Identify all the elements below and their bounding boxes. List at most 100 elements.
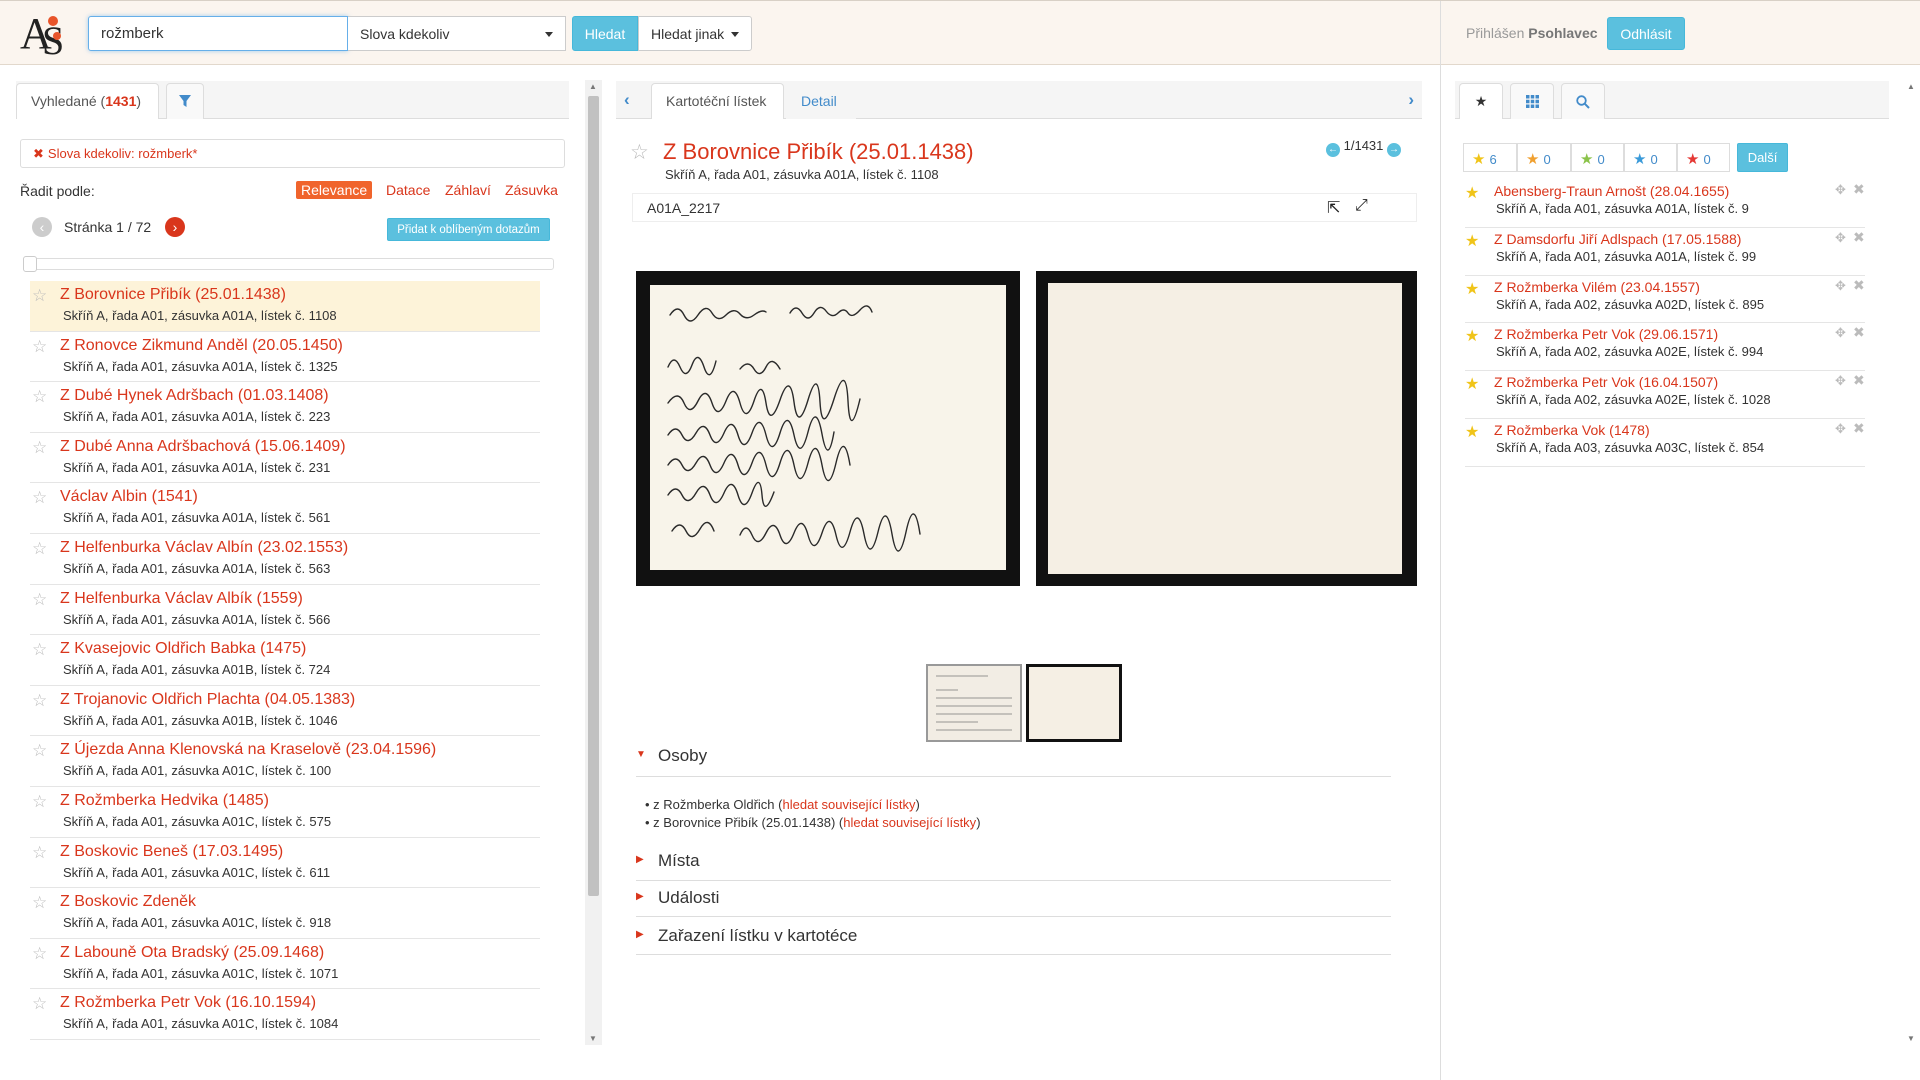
result-row[interactable]: ☆ Z Újezda Anna Klenovská na Kraselově (2… xyxy=(30,736,540,787)
add-favorite-query-button[interactable]: Přidat k oblíbeným dotazům xyxy=(387,218,550,241)
logout-button[interactable]: Odhlásit xyxy=(1607,17,1685,50)
star-outline-icon[interactable]: ☆ xyxy=(32,488,47,508)
star-icon[interactable]: ★ xyxy=(1465,183,1479,203)
star-icon[interactable]: ★ xyxy=(1465,326,1479,346)
star-icon[interactable]: ★ xyxy=(1465,374,1479,394)
chevron-left-icon[interactable]: ‹ xyxy=(624,90,630,110)
section-mista[interactable]: ▶ Místa xyxy=(636,844,1391,881)
app-logo[interactable]: A S xyxy=(20,8,72,58)
result-title[interactable]: Z Rožmberka Petr Vok (16.10.1594) xyxy=(60,994,316,1012)
star-outline-icon[interactable]: ☆ xyxy=(32,590,47,610)
favorite-title[interactable]: Abensberg-Traun Arnošt (28.04.1655) xyxy=(1494,183,1729,199)
result-row[interactable]: ☆ Z Helfenburka Václav Albín (23.02.1553)… xyxy=(30,534,540,585)
result-title[interactable]: Z Ronovce Zikmund Anděl (20.05.1450) xyxy=(60,337,343,355)
move-icon[interactable]: ✥ xyxy=(1835,278,1846,294)
left-scrollbar-thumb[interactable] xyxy=(588,96,599,896)
result-title[interactable]: Z Borovnice Přibík (25.01.1438) xyxy=(60,286,286,304)
search-input[interactable] xyxy=(88,16,348,51)
favorite-title[interactable]: Z Rožmberka Vok (1478) xyxy=(1494,422,1650,438)
result-row[interactable]: ☆ Z Dubé Hynek Adršbach (01.03.1408) Skříň… xyxy=(30,382,540,433)
star-icon[interactable]: ★ xyxy=(1465,279,1479,299)
result-title[interactable]: Z Helfenburka Václav Albín (23.02.1553) xyxy=(60,539,348,557)
star-outline-icon[interactable]: ☆ xyxy=(32,792,47,812)
result-title[interactable]: Z Helfenburka Václav Albík (1559) xyxy=(60,590,303,608)
result-row[interactable]: ☆ Z Kvasejovic Oldřich Babka (1475) Skříň … xyxy=(30,635,540,686)
result-row[interactable]: ☆ Z Helfenburka Václav Albík (1559) Skříň … xyxy=(30,585,540,636)
star-filter-button[interactable]: ★ 0 xyxy=(1624,143,1677,172)
record-next-icon[interactable]: → xyxy=(1387,143,1402,157)
result-title[interactable]: Z Boskovic Beneš (17.03.1495) xyxy=(60,843,283,861)
tab-search[interactable] xyxy=(1561,83,1605,119)
favorite-row[interactable]: ★ Z Damsdorfu Jiří Adlspach (17.05.1588) S… xyxy=(1465,228,1865,276)
external-link-icon[interactable]: ⇱ xyxy=(1327,198,1340,218)
move-icon[interactable]: ✥ xyxy=(1835,373,1846,389)
tab-filter[interactable] xyxy=(166,83,204,119)
section-udalosti[interactable]: ▶ Události xyxy=(636,883,1391,917)
result-title[interactable]: Z Trojanovic Oldřich Plachta (04.05.1383… xyxy=(60,691,355,709)
move-icon[interactable]: ✥ xyxy=(1835,182,1846,198)
favorite-title[interactable]: Z Damsdorfu Jiří Adlspach (17.05.1588) xyxy=(1494,231,1741,247)
move-icon[interactable]: ✥ xyxy=(1835,421,1846,437)
more-button[interactable]: Další xyxy=(1737,143,1788,172)
right-scrollbar[interactable]: ▲ ▼ xyxy=(1903,80,1920,1045)
result-title[interactable]: Z Dubé Hynek Adršbach (01.03.1408) xyxy=(60,387,329,405)
close-icon[interactable]: ✖ xyxy=(1853,420,1865,437)
tab-grid[interactable] xyxy=(1510,83,1554,119)
section-zarazeni[interactable]: ▶ Zařazení lístku v kartotéce xyxy=(636,919,1391,955)
star-outline-icon[interactable]: ☆ xyxy=(32,691,47,711)
tab-found[interactable]: Vyhledané (1431) xyxy=(16,83,159,119)
star-outline-icon[interactable]: ☆ xyxy=(32,286,47,306)
star-filter-button[interactable]: ★ 0 xyxy=(1571,143,1624,172)
thumbnail-back[interactable] xyxy=(1026,664,1122,742)
star-outline-icon[interactable]: ☆ xyxy=(32,741,47,761)
record-star-icon[interactable]: ☆ xyxy=(630,140,649,165)
search-other-button[interactable]: Hledat jinak xyxy=(638,16,752,51)
active-filter[interactable]: ✖ Slova kdekoliv: rožmberk* xyxy=(20,139,565,168)
result-row[interactable]: ☆ Z Trojanovic Oldřich Plachta (04.05.138… xyxy=(30,686,540,737)
result-row[interactable]: ☆ Z Boskovic Beneš (17.03.1495) Skříň A, ř… xyxy=(30,838,540,889)
left-scrollbar[interactable]: ▲ ▼ xyxy=(585,80,602,1045)
star-filter-button[interactable]: ★ 0 xyxy=(1677,143,1730,172)
result-title[interactable]: Z Rožmberka Hedvika (1485) xyxy=(60,792,269,810)
tab-detail[interactable]: Detail xyxy=(786,83,856,119)
sort-datace[interactable]: Datace xyxy=(381,181,435,199)
page-next-icon[interactable]: › xyxy=(165,217,185,237)
sort-relevance[interactable]: Relevance xyxy=(296,181,373,199)
star-outline-icon[interactable]: ☆ xyxy=(32,438,47,458)
sort-zasuvka[interactable]: Zásuvka xyxy=(500,181,563,199)
move-icon[interactable]: ✥ xyxy=(1835,325,1846,341)
star-filter-button[interactable]: ★ 0 xyxy=(1517,143,1571,172)
close-icon[interactable]: ✖ xyxy=(1853,324,1865,341)
favorite-title[interactable]: Z Rožmberka Petr Vok (16.04.1507) xyxy=(1494,374,1718,390)
star-icon[interactable]: ★ xyxy=(1465,422,1479,442)
result-row[interactable]: ☆ Z Boskovic Zdeněk Skříň A, řada A01, zás… xyxy=(30,888,540,939)
favorite-row[interactable]: ★ Z Rožmberka Vilém (23.04.1557) Skříň A, … xyxy=(1465,276,1865,324)
star-outline-icon[interactable]: ☆ xyxy=(32,640,47,660)
favorite-row[interactable]: ★ Abensberg-Traun Arnošt (28.04.1655) Skří… xyxy=(1465,180,1865,228)
record-prev-icon[interactable]: ← xyxy=(1326,143,1340,157)
remove-filter-icon[interactable]: ✖ xyxy=(33,146,44,161)
search-button[interactable]: Hledat xyxy=(572,16,638,51)
favorite-title[interactable]: Z Rožmberka Vilém (23.04.1557) xyxy=(1494,279,1700,295)
search-mode-select[interactable]: Slova kdekoliv xyxy=(348,16,566,51)
tab-card[interactable]: Kartotéční lístek xyxy=(651,83,784,119)
star-outline-icon[interactable]: ☆ xyxy=(32,843,47,863)
tab-favorites[interactable]: ★ xyxy=(1459,83,1503,119)
favorite-row[interactable]: ★ Z Rožmberka Petr Vok (16.04.1507) Skříň … xyxy=(1465,371,1865,419)
sort-zahlavi[interactable]: Záhlaví xyxy=(440,181,496,199)
section-osoby[interactable]: ▼ Osoby xyxy=(636,740,1391,777)
result-row[interactable]: ☆ Z Ronovce Zikmund Anděl (20.05.1450) Skř… xyxy=(30,332,540,383)
result-title[interactable]: Z Dubé Anna Adršbachová (15.06.1409) xyxy=(60,438,346,456)
close-icon[interactable]: ✖ xyxy=(1853,181,1865,198)
result-title[interactable]: Václav Albin (1541) xyxy=(60,488,198,506)
result-row[interactable]: ☆ Václav Albin (1541) Skříň A, řada A01, z… xyxy=(30,483,540,534)
scroll-up-icon[interactable]: ▲ xyxy=(589,82,597,91)
star-outline-icon[interactable]: ☆ xyxy=(32,893,47,913)
result-row[interactable]: ☆ Z Rožmberka Petr Vok (16.10.1594) Skříň … xyxy=(30,989,540,1040)
related-cards-link[interactable]: hledat související lístky xyxy=(783,797,916,812)
star-outline-icon[interactable]: ☆ xyxy=(32,944,47,964)
result-row[interactable]: ☆ Z Borovnice Přibík (25.01.1438) Skříň A,… xyxy=(30,281,540,332)
close-icon[interactable]: ✖ xyxy=(1853,277,1865,294)
fullscreen-icon[interactable]: ⤢ xyxy=(1355,197,1368,215)
star-outline-icon[interactable]: ☆ xyxy=(32,994,47,1014)
